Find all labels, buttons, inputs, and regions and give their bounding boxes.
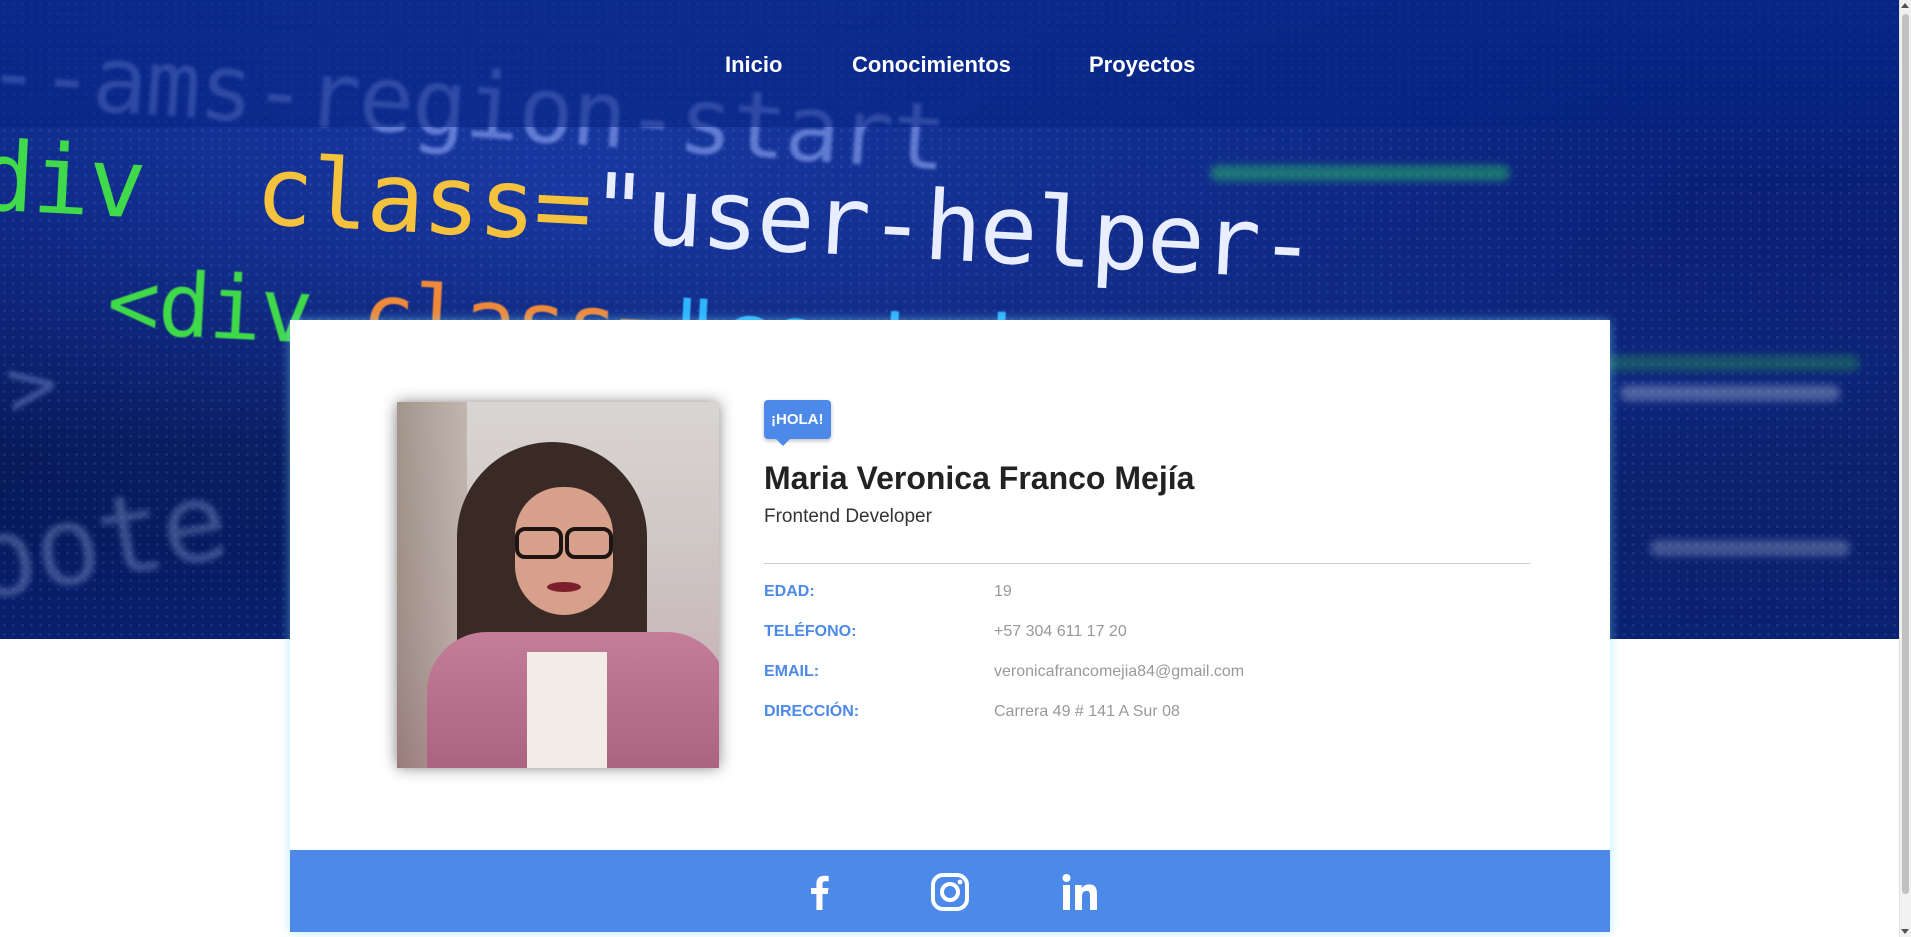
code-text: oote [0, 455, 236, 627]
profile-role: Frontend Developer [764, 506, 932, 527]
address-label: DIRECCIÓN: [764, 703, 860, 720]
code-blur [1620, 385, 1840, 401]
profile-photo-frame [385, 400, 725, 770]
address-value: Carrera 49 # 141 A Sur 08 [994, 703, 1180, 720]
scroll-up-arrow-icon[interactable] [1901, 3, 1909, 8]
code-blur [1210, 165, 1510, 181]
facebook-icon[interactable] [798, 870, 842, 914]
code-text: > [0, 333, 62, 438]
nav-proyectos-link[interactable]: Proyectos [1089, 52, 1195, 78]
code-blur [1650, 540, 1850, 556]
email-label: EMAIL: [764, 663, 820, 680]
email-value: veronicafrancomejia84@gmail.com [994, 663, 1245, 680]
profile-photo [397, 402, 719, 768]
linkedin-icon[interactable] [1058, 870, 1102, 914]
scroll-down-arrow-icon[interactable] [1901, 929, 1909, 934]
profile-name: Maria Veronica Franco Mejía [764, 460, 1195, 496]
age-value: 19 [994, 583, 1012, 600]
navbar: Inicio Conocimientos Proyectos [0, 0, 1900, 127]
scrollbar[interactable] [1899, 0, 1911, 937]
phone-label: TELÉFONO: [764, 623, 857, 640]
greeting-badge: ¡HOLA! [764, 400, 831, 446]
phone-value: +57 304 611 17 20 [994, 623, 1127, 640]
scroll-thumb[interactable] [1902, 14, 1909, 894]
nav-conocimientos-link[interactable]: Conocimientos [852, 52, 1011, 78]
instagram-icon[interactable] [928, 870, 972, 914]
age-label: EDAD: [764, 583, 815, 600]
nav-inicio-link[interactable]: Inicio [725, 52, 782, 78]
profile-card: ¡HOLA! Maria Veronica Franco Mejía Front… [290, 320, 1610, 932]
social-bar [290, 850, 1610, 932]
divider [764, 563, 1530, 564]
